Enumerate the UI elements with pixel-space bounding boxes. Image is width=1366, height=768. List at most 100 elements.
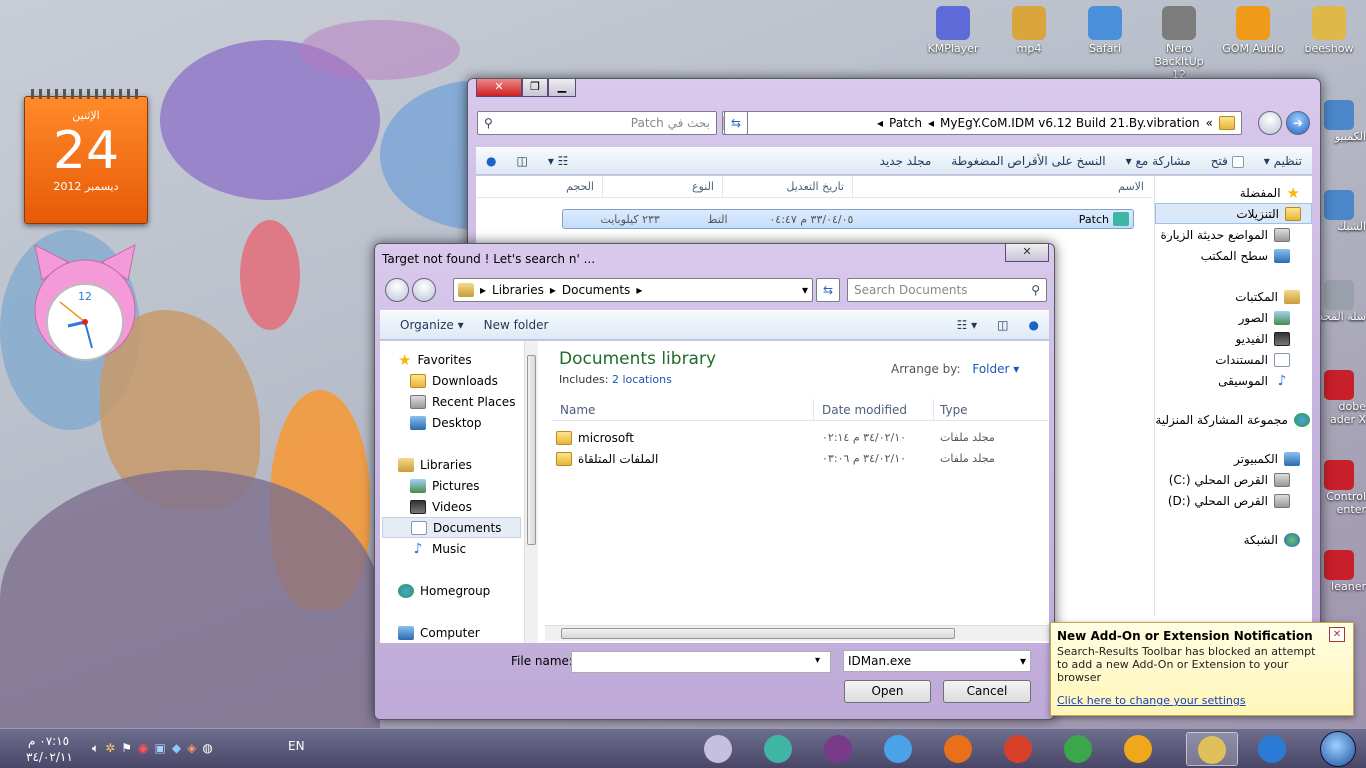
preview-pane-icon[interactable]: ◫ bbox=[987, 318, 1018, 332]
file-row[interactable]: Patch ٣٣/٠٤/٠٥ م ٠٤:٤٧ التط ٢٣٣ كيلوبايت bbox=[562, 209, 1134, 229]
preview-pane-icon[interactable]: ◫ bbox=[506, 154, 537, 168]
winrar-app[interactable] bbox=[812, 732, 864, 766]
dropdown-arrow-icon[interactable]: ▾ bbox=[798, 283, 812, 297]
desktop-icon[interactable]: الكمبيو bbox=[1316, 100, 1366, 143]
share-menu[interactable]: مشاركة مع ▾ bbox=[1116, 154, 1201, 168]
antivirus-icon[interactable]: ◉ bbox=[138, 741, 148, 756]
desktop-icon[interactable]: dobe ader X bbox=[1316, 370, 1366, 426]
column-type[interactable]: النوع bbox=[602, 176, 722, 197]
explorer-app[interactable] bbox=[1186, 732, 1238, 766]
column-name[interactable]: Name bbox=[552, 399, 814, 420]
column-date[interactable]: تاريخ التعديل bbox=[722, 176, 852, 197]
open-file-dialog[interactable]: Target not found ! Let's search n' ... ✕… bbox=[374, 243, 1055, 720]
desktop-icon[interactable]: GOM Audio bbox=[1220, 6, 1286, 55]
forward-button[interactable] bbox=[1258, 111, 1282, 135]
nav-videos[interactable]: Videos bbox=[398, 496, 537, 517]
nav-recent-places[interactable]: Recent Places bbox=[398, 391, 537, 412]
dialog-back-button[interactable] bbox=[385, 278, 409, 302]
tray-app-icon[interactable]: ◍ bbox=[202, 741, 212, 756]
nav-libraries[interactable]: Libraries bbox=[398, 454, 537, 475]
views-icon[interactable]: ☷ ▾ bbox=[538, 154, 579, 168]
address-overflow[interactable]: » bbox=[1206, 116, 1213, 130]
notification-settings-link[interactable]: Click here to change your settings bbox=[1057, 694, 1246, 707]
nav-scrollbar[interactable] bbox=[524, 341, 538, 643]
volume-icon[interactable]: 🔈︎ bbox=[92, 741, 99, 756]
locations-link[interactable]: 2 locations bbox=[612, 373, 672, 386]
tray-app-icon[interactable]: ◈ bbox=[187, 741, 196, 756]
new-folder-button[interactable]: New folder bbox=[474, 318, 559, 332]
desktop-icon[interactable]: beeshow bbox=[1296, 6, 1362, 55]
desktop-icon[interactable]: KMPlayer bbox=[920, 6, 986, 55]
dialog-refresh-button[interactable]: ⇆ bbox=[816, 278, 840, 302]
nav-music[interactable]: ♪ Music bbox=[398, 538, 537, 559]
address-segment[interactable]: MyEgY.CoM.IDM v6.12 Build 21.By.vibratio… bbox=[940, 116, 1200, 130]
file-row[interactable]: الملفات المتلقاة ٣٤/٠٢/١٠ م ٠٣:٠٦ مجلد ملف… bbox=[552, 448, 1049, 469]
chevron-icon[interactable]: ◂ bbox=[877, 116, 883, 130]
open-button[interactable]: فتح bbox=[1201, 154, 1254, 168]
desktop-icon[interactable]: الشبك bbox=[1316, 190, 1366, 233]
desktop-icon[interactable]: Safari bbox=[1072, 6, 1138, 55]
nav-favorites[interactable]: ★ Favorites bbox=[398, 349, 537, 370]
file-name-dropdown[interactable]: ▾ bbox=[815, 655, 820, 666]
nav-documents[interactable]: Documents bbox=[382, 517, 521, 538]
views-icon[interactable]: ☷ ▾ bbox=[947, 318, 988, 332]
desktop-icon[interactable]: mp4 bbox=[996, 6, 1062, 55]
clock-time[interactable]: ٠٧:١٥ م bbox=[28, 734, 69, 748]
explorer-search-box[interactable]: بحث في Patch ⚲ bbox=[477, 111, 717, 135]
messenger-app[interactable] bbox=[872, 732, 924, 766]
nav-homegroup[interactable]: مجموعة المشاركة المنزلية bbox=[1155, 409, 1310, 430]
addon-notification[interactable]: ✕ New Add-On or Extension Notification S… bbox=[1050, 622, 1354, 716]
notification-close-button[interactable]: ✕ bbox=[1329, 627, 1345, 642]
calendar-gadget[interactable]: الإثنين 24 ديسمبر 2012 bbox=[24, 89, 148, 224]
column-date[interactable]: Date modified bbox=[814, 399, 934, 420]
tray-app-icon[interactable]: ▣ bbox=[155, 741, 166, 756]
column-size[interactable]: الحجم bbox=[522, 176, 602, 197]
address-segment[interactable]: Libraries bbox=[492, 283, 544, 297]
minimize-button[interactable]: ▁ bbox=[548, 79, 576, 97]
clock-date[interactable]: ٣٤/٠٢/١١ bbox=[26, 750, 73, 764]
nav-drive-c[interactable]: القرص المحلي (:C) bbox=[1155, 469, 1300, 490]
firefox-nightly-app[interactable] bbox=[992, 732, 1044, 766]
nav-music[interactable]: ♪ الموسيقى bbox=[1155, 370, 1300, 391]
horizontal-scrollbar[interactable] bbox=[545, 625, 1049, 641]
firefox-app[interactable] bbox=[932, 732, 984, 766]
nav-computer[interactable]: الكمبيوتر bbox=[1155, 448, 1300, 469]
file-name-input[interactable] bbox=[571, 651, 831, 673]
desktop-icon[interactable]: Nero BackItUp 12 bbox=[1146, 6, 1212, 81]
chrome-app[interactable] bbox=[1052, 732, 1104, 766]
nav-network[interactable]: الشبكة bbox=[1155, 529, 1300, 550]
dialog-close-button[interactable]: ✕ bbox=[1005, 244, 1049, 262]
column-type[interactable]: Type bbox=[934, 399, 1034, 420]
close-button[interactable]: ✕ bbox=[476, 79, 522, 97]
address-segment[interactable]: Patch bbox=[889, 116, 922, 130]
file-row[interactable]: microsoft ٣٤/٠٢/١٠ م ٠٢:١٤ مجلد ملفات bbox=[552, 427, 1049, 448]
nav-recent-places[interactable]: المواضع حديثة الزيارة bbox=[1155, 224, 1300, 245]
nav-computer[interactable]: Computer bbox=[398, 622, 537, 643]
dialog-search-box[interactable]: Search Documents ⚲ bbox=[847, 278, 1047, 302]
organize-menu[interactable]: Organize ▾ bbox=[380, 318, 474, 332]
address-segment[interactable]: Documents bbox=[562, 283, 630, 297]
desktop-icon[interactable]: leaner bbox=[1316, 550, 1366, 593]
cancel-button[interactable]: Cancel bbox=[943, 680, 1031, 703]
explorer-address-bar[interactable]: » MyEgY.CoM.IDM v6.12 Build 21.By.vibrat… bbox=[722, 111, 1242, 135]
back-button[interactable]: ➜ bbox=[1286, 111, 1310, 135]
tray-app-icon[interactable]: ◆ bbox=[172, 741, 181, 756]
clock-gadget[interactable]: 12 bbox=[30, 240, 140, 365]
vox-app[interactable] bbox=[752, 732, 804, 766]
nav-downloads[interactable]: التنزيلات bbox=[1155, 203, 1312, 224]
nav-libraries[interactable]: المكتبات bbox=[1155, 286, 1300, 307]
desktop-icon[interactable]: Control enter bbox=[1316, 460, 1366, 516]
nav-videos[interactable]: الفيديو bbox=[1155, 328, 1300, 349]
start-button[interactable] bbox=[1320, 731, 1356, 767]
nav-documents[interactable]: المستندات bbox=[1155, 349, 1300, 370]
nav-pictures[interactable]: Pictures bbox=[398, 475, 537, 496]
column-name[interactable]: الاسم bbox=[852, 176, 1152, 197]
open-button[interactable]: Open bbox=[844, 680, 931, 703]
arrange-by-dropdown[interactable]: Folder ▾ bbox=[972, 362, 1019, 376]
help-icon[interactable]: ● bbox=[1019, 318, 1049, 332]
media-player-app[interactable] bbox=[1112, 732, 1164, 766]
paint-app[interactable] bbox=[692, 732, 744, 766]
nav-desktop[interactable]: Desktop bbox=[398, 412, 537, 433]
help-icon[interactable]: ● bbox=[476, 154, 506, 168]
nav-drive-d[interactable]: القرص المحلي (:D) bbox=[1155, 490, 1300, 511]
